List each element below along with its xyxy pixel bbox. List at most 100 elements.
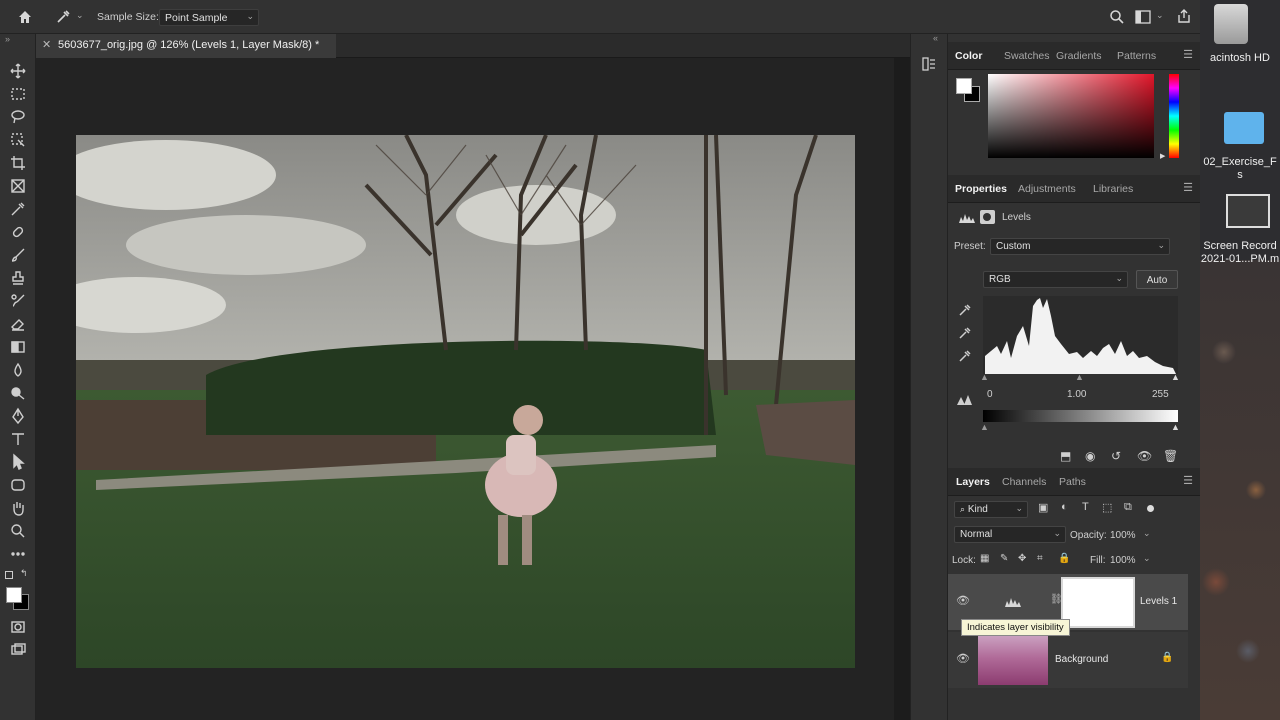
more-tools-icon[interactable] [9, 545, 27, 563]
white-point-eyedropper-icon[interactable] [958, 349, 972, 366]
clip-to-layer-icon[interactable]: ⬒ [1060, 449, 1071, 463]
clone-stamp-tool-icon[interactable] [9, 269, 27, 287]
quick-mask-icon[interactable] [9, 618, 27, 636]
folder-label-line-1[interactable]: 02_Exercise_F [1200, 156, 1280, 168]
swap-colors-icon[interactable]: ↰ [20, 568, 28, 579]
hue-slider-thumb-icon[interactable]: ▶ [1160, 152, 1165, 160]
filter-type-icon[interactable]: T [1082, 501, 1089, 513]
tab-swatches[interactable]: Swatches [1004, 50, 1050, 62]
folder-label-line-2[interactable]: s [1200, 169, 1280, 181]
gray-point-eyedropper-icon[interactable] [958, 326, 972, 343]
layers-menu-icon[interactable]: ☰ [1183, 474, 1193, 487]
type-tool-icon[interactable] [9, 430, 27, 448]
recording-label-line-2[interactable]: 2021-01...PM.m [1200, 253, 1280, 265]
filter-pixel-icon[interactable]: ▣ [1038, 501, 1048, 514]
collapse-panels-icon[interactable]: « [933, 33, 938, 43]
clipping-warning-icon[interactable] [956, 394, 976, 409]
filter-smart-object-icon[interactable]: ⧉ [1124, 501, 1132, 514]
delete-adjustment-icon[interactable]: 🗑 [1163, 449, 1178, 463]
input-gamma-slider-icon[interactable]: ▲ [1075, 372, 1084, 382]
object-select-tool-icon[interactable] [9, 131, 27, 149]
frame-tool-icon[interactable] [9, 177, 27, 195]
history-brush-tool-icon[interactable] [9, 292, 27, 310]
tab-color[interactable]: Color [955, 50, 982, 62]
home-icon[interactable] [17, 9, 33, 28]
preset-select[interactable]: Custom ⌄ [990, 238, 1170, 255]
pen-tool-icon[interactable] [9, 407, 27, 425]
visibility-eye-icon[interactable]: 👁 [956, 652, 970, 665]
output-black-slider-icon[interactable]: ▲ [980, 422, 989, 432]
eyedropper-icon[interactable] [55, 9, 71, 28]
lasso-tool-icon[interactable] [9, 108, 27, 126]
document-image[interactable] [76, 135, 855, 668]
layer-mask-icon[interactable] [980, 210, 995, 224]
marquee-tool-icon[interactable] [9, 85, 27, 103]
blur-tool-icon[interactable] [9, 361, 27, 379]
default-colors-icon[interactable] [5, 571, 13, 579]
tab-patterns[interactable]: Patterns [1117, 50, 1156, 62]
layer-mask-thumbnail[interactable] [1061, 577, 1135, 628]
input-gamma-value[interactable]: 1.00 [1067, 389, 1086, 400]
tab-layers[interactable]: Layers [956, 476, 990, 488]
close-tab-icon[interactable]: ✕ [42, 38, 51, 51]
auto-button[interactable]: Auto [1136, 270, 1178, 289]
input-black-value[interactable]: 0 [987, 389, 993, 400]
crop-tool-icon[interactable] [9, 154, 27, 172]
eyedropper-tool-icon[interactable] [9, 200, 27, 218]
panel-menu-icon[interactable]: ☰ [1183, 48, 1193, 61]
screen-recording-thumbnail[interactable] [1226, 194, 1270, 228]
dodge-tool-icon[interactable] [9, 384, 27, 402]
visibility-eye-icon[interactable]: 👁 [956, 594, 970, 607]
folder-icon[interactable] [1224, 112, 1264, 144]
gradient-tool-icon[interactable] [9, 338, 27, 356]
screen-mode-icon[interactable] [9, 641, 27, 659]
blend-mode-select[interactable]: Normal ⌄ [954, 526, 1066, 543]
foreground-color-swatch[interactable] [6, 587, 22, 603]
tab-adjustments[interactable]: Adjustments [1018, 183, 1076, 195]
document-tab[interactable]: ✕ 5603677_orig.jpg @ 126% (Levels 1, Lay… [36, 34, 336, 58]
search-icon[interactable] [1109, 9, 1125, 28]
fill-chevron-icon[interactable]: ⌄ [1143, 553, 1151, 564]
lock-image-icon[interactable]: ✎ [1000, 553, 1008, 564]
panel-fg-swatch[interactable] [956, 78, 972, 94]
opacity-chevron-icon[interactable]: ⌄ [1143, 528, 1151, 539]
share-icon[interactable] [1176, 8, 1192, 27]
input-white-value[interactable]: 255 [1152, 389, 1169, 400]
sample-size-select[interactable]: Point Sample ⌄ [159, 9, 259, 26]
layer-filter-select[interactable]: ⌕ Kind ⌄ [954, 501, 1028, 518]
opacity-value[interactable]: 100% [1110, 530, 1136, 541]
layer-name[interactable]: Levels 1 [1140, 596, 1177, 607]
hand-tool-icon[interactable] [9, 499, 27, 517]
input-black-slider-icon[interactable]: ▲ [980, 372, 989, 382]
tool-preset-chevron-icon[interactable]: ⌄ [76, 10, 84, 21]
fill-value[interactable]: 100% [1110, 555, 1136, 566]
lock-artboard-icon[interactable]: ⌗ [1037, 553, 1043, 564]
black-point-eyedropper-icon[interactable] [958, 303, 972, 320]
channel-select[interactable]: RGB ⌄ [983, 271, 1128, 288]
tab-properties[interactable]: Properties [955, 183, 1007, 195]
filter-toggle-icon[interactable] [1147, 505, 1154, 512]
layer-name[interactable]: Background [1055, 654, 1108, 665]
path-selection-tool-icon[interactable] [9, 453, 27, 471]
move-tool-icon[interactable] [9, 62, 27, 80]
color-picker-field[interactable] [988, 74, 1154, 158]
filter-shape-icon[interactable]: ⬚ [1102, 501, 1112, 514]
properties-menu-icon[interactable]: ☰ [1183, 181, 1193, 194]
layer-background[interactable]: 👁 Background 🔒 [948, 632, 1188, 688]
view-previous-state-icon[interactable]: ◉ [1085, 449, 1095, 463]
lock-all-icon[interactable]: 🔒 [1058, 553, 1070, 564]
toggle-visibility-icon[interactable]: 👁 [1137, 449, 1152, 463]
healing-brush-tool-icon[interactable] [9, 223, 27, 241]
workspace-chevron-icon[interactable]: ⌄ [1156, 10, 1164, 21]
history-panel-icon[interactable] [921, 56, 937, 75]
tab-channels[interactable]: Channels [1002, 476, 1046, 488]
tab-gradients[interactable]: Gradients [1056, 50, 1102, 62]
tab-libraries[interactable]: Libraries [1093, 183, 1133, 195]
recording-label-line-1[interactable]: Screen Record [1200, 240, 1280, 252]
zoom-tool-icon[interactable] [9, 522, 27, 540]
rectangle-tool-icon[interactable] [9, 476, 27, 494]
brush-tool-icon[interactable] [9, 246, 27, 264]
eraser-tool-icon[interactable] [9, 315, 27, 333]
filter-adjustment-icon[interactable]: ◐ [1061, 501, 1068, 513]
lock-position-icon[interactable]: ✥ [1018, 553, 1026, 564]
